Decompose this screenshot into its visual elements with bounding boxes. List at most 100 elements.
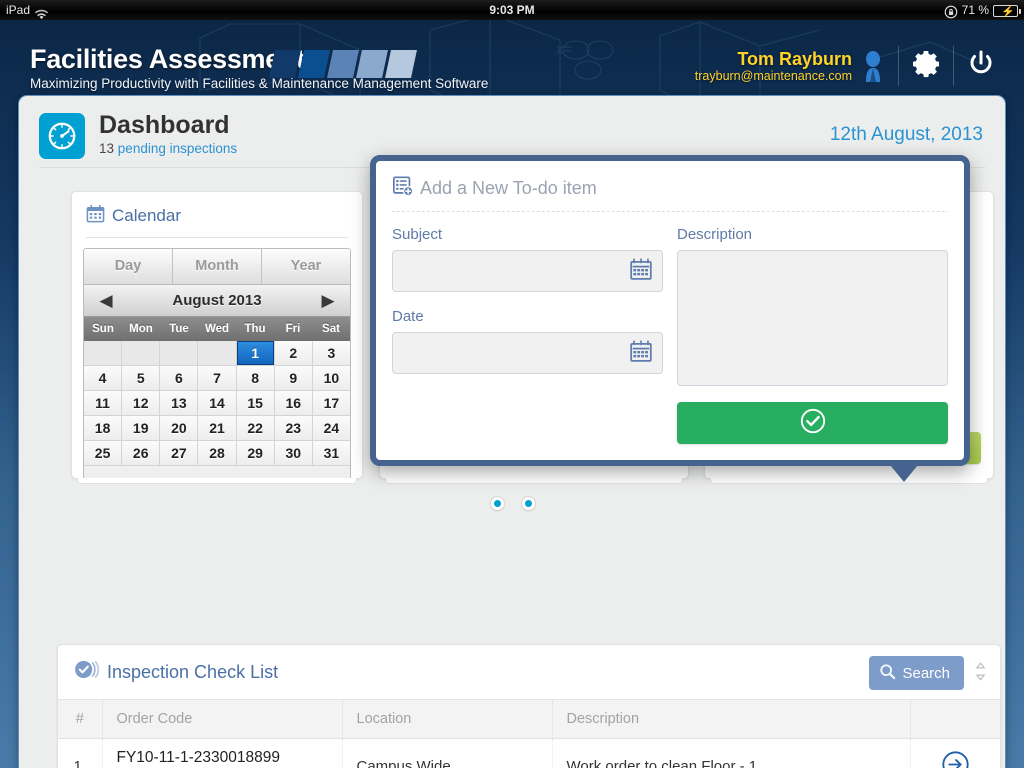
calendar-day-11[interactable]: 11	[84, 391, 123, 416]
calendar-title-label: Calendar	[112, 206, 181, 225]
calendar-day-9[interactable]: 9	[274, 366, 313, 391]
logo-block-2	[298, 50, 330, 78]
submit-button[interactable]	[677, 402, 948, 444]
date-label: Date	[392, 308, 424, 325]
user-name: Tom Rayburn	[737, 48, 852, 69]
pending-count: 13	[99, 141, 115, 156]
scroll-updown-icon[interactable]	[975, 661, 986, 684]
calendar-day-14[interactable]: 14	[198, 391, 237, 416]
pager-dot-1[interactable]	[490, 496, 505, 511]
table-row[interactable]: 1.FY10-11-1-2330018899Adult Education Fa…	[58, 738, 1000, 768]
calendar-day-30[interactable]: 30	[274, 441, 313, 466]
calendar-day-12[interactable]: 12	[122, 391, 161, 416]
calendar-day-26[interactable]: 26	[122, 441, 161, 466]
calendar-day-31[interactable]: 31	[312, 441, 350, 466]
clock: 9:03 PM	[489, 3, 535, 17]
row-action[interactable]	[910, 738, 1000, 768]
add-todo-modal: Add a New To-do item Subject Date Descri…	[370, 155, 970, 482]
calendar-week-row: 25 26 27 28 29 30 31	[84, 441, 350, 466]
date-input[interactable]	[392, 332, 663, 374]
user-avatar-icon[interactable]	[860, 50, 886, 82]
calendar-day-empty	[84, 341, 123, 366]
calendar-day-20[interactable]: 20	[160, 416, 199, 441]
logo-block-5	[385, 50, 417, 78]
calendar-day-10[interactable]: 10	[312, 366, 350, 391]
calendar-day-29[interactable]: 29	[236, 441, 275, 466]
calendar-day-19[interactable]: 19	[122, 416, 161, 441]
calendar-day-1[interactable]: 1	[236, 341, 275, 366]
search-label: Search	[902, 664, 950, 682]
weekday-mon: Mon	[129, 323, 153, 335]
calendar-day-25[interactable]: 25	[84, 441, 123, 466]
col-action	[910, 699, 1000, 739]
calendar-day-27[interactable]: 27	[160, 441, 199, 466]
battery-percent: 71 %	[961, 3, 989, 17]
modal-title-label: Add a New To-do item	[420, 178, 597, 198]
checklist-table-body: 1.FY10-11-1-2330018899Adult Education Fa…	[58, 738, 1000, 768]
calendar-day-7[interactable]: 7	[198, 366, 237, 391]
search-icon	[879, 663, 896, 684]
calendar-day-5[interactable]: 5	[122, 366, 161, 391]
calendar-day-empty	[160, 341, 199, 366]
calendar-card: Calendar Day Month Year ◀ August 2013 ▶ …	[71, 191, 363, 484]
calendar-day-15[interactable]: 15	[236, 391, 275, 416]
calendar-segment-day[interactable]: Day	[84, 249, 173, 284]
arrow-right-icon[interactable]: ▶	[306, 291, 350, 311]
modal-body: Subject Date Description	[392, 226, 948, 444]
arrow-left-icon[interactable]: ◀	[84, 291, 128, 311]
calendar-day-23[interactable]: 23	[274, 416, 313, 441]
calendar-day-6[interactable]: 6	[160, 366, 199, 391]
calendar-day-17[interactable]: 17	[312, 391, 350, 416]
power-button[interactable]	[954, 48, 1008, 85]
calendar-grid-padding	[84, 466, 350, 482]
page-title: Dashboard	[99, 111, 230, 139]
description-textarea[interactable]	[677, 250, 948, 386]
calendar-day-13[interactable]: 13	[160, 391, 199, 416]
calendar-segment-year[interactable]: Year	[262, 249, 350, 284]
calendar-nav: ◀ August 2013 ▶	[84, 284, 350, 317]
calendar-day-16[interactable]: 16	[274, 391, 313, 416]
logo-block-1	[269, 50, 301, 78]
logo-blocks	[269, 50, 417, 78]
col-description: Description	[552, 699, 911, 739]
brand: Facilities Assessment Maximizing Product…	[30, 44, 488, 91]
gear-icon	[910, 48, 942, 85]
gauge-icon	[39, 113, 85, 159]
calendar-day-18[interactable]: 18	[84, 416, 123, 441]
calendar-day-22[interactable]: 22	[236, 416, 275, 441]
calendar-day-28[interactable]: 28	[198, 441, 237, 466]
calendar-day-4[interactable]: 4	[84, 366, 123, 391]
logo-block-4	[356, 50, 388, 78]
user-info[interactable]: Tom Rayburn trayburn@maintenance.com	[695, 49, 852, 84]
weekday-thu: Thu	[244, 323, 266, 335]
calendar-week-row: 18 19 20 21 22 23 24	[84, 416, 350, 441]
calendar-day-2[interactable]: 2	[274, 341, 313, 366]
order-code-value: FY10-11-1-2330018899	[116, 749, 280, 766]
description-label: Description	[677, 226, 753, 243]
calendar-day-21[interactable]: 21	[198, 416, 237, 441]
calendar-day-grid: 1 2 3 4 5 6 7 8 9 10 11 12 13 14 15 16 17 18 19 20 21 22 23 24 2…	[84, 341, 350, 466]
dashboard-title-block: Dashboard 13 pending inspections	[99, 111, 237, 157]
search-button[interactable]: Search	[869, 656, 964, 690]
rotation-lock-icon	[944, 5, 958, 19]
calendar-segment-month[interactable]: Month	[173, 249, 262, 284]
calendar-day-24[interactable]: 24	[312, 416, 350, 441]
calendar-month-label: August 2013	[172, 292, 262, 309]
pager-dot-2[interactable]	[521, 496, 536, 511]
checklist-title-block: Inspection Check List	[74, 659, 278, 685]
subject-calendar-icon[interactable]	[629, 257, 653, 286]
modal-pointer-tail	[886, 460, 922, 482]
modal-title-rule	[392, 211, 948, 212]
checklist-table: # Order Code Location Description 1. FY10…	[58, 699, 1000, 768]
settings-button[interactable]	[899, 48, 953, 85]
calendar-day-8[interactable]: 8	[236, 366, 275, 391]
checklist-header: Inspection Check List Search	[58, 645, 1000, 699]
subject-input[interactable]	[392, 250, 663, 292]
row-index: 1.	[58, 738, 103, 768]
app-subtitle: Maximizing Productivity with Facilities …	[30, 76, 489, 91]
app-title: Facilities Assessment	[30, 44, 305, 74]
add-todo-modal-wrapper: Add a New To-do item Subject Date Descri…	[370, 155, 970, 482]
calendar-day-3[interactable]: 3	[312, 341, 350, 366]
pending-label[interactable]: pending inspections	[118, 141, 237, 156]
date-calendar-icon[interactable]	[629, 339, 653, 368]
